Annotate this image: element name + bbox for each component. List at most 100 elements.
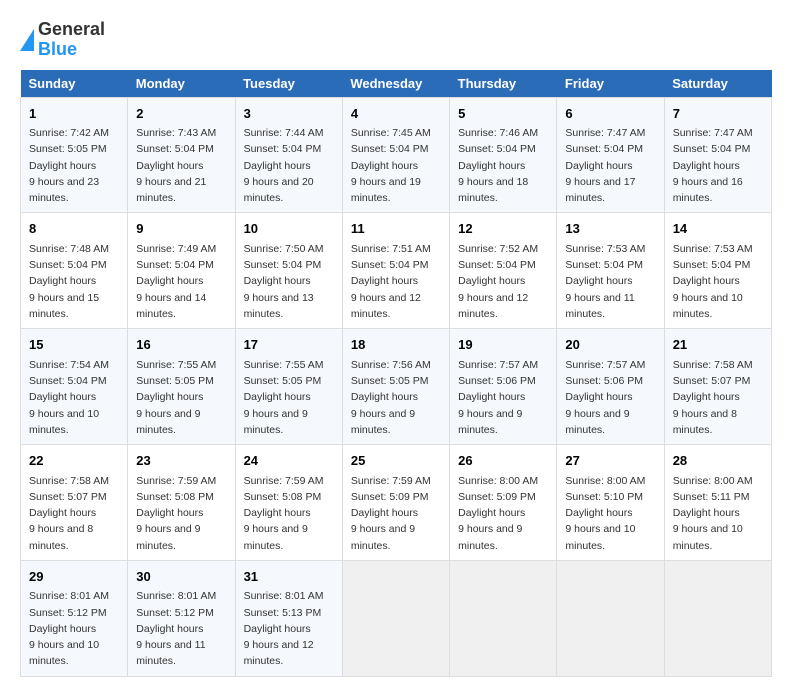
weekday-header-row: SundayMondayTuesdayWednesdayThursdayFrid… — [21, 70, 772, 98]
day-info: Sunrise: 7:59 AMSunset: 5:08 PMDaylight … — [244, 473, 334, 554]
day-info: Sunrise: 7:49 AMSunset: 5:04 PMDaylight … — [136, 241, 226, 322]
calendar-cell: 13Sunrise: 7:53 AMSunset: 5:04 PMDayligh… — [557, 213, 664, 329]
calendar-table: SundayMondayTuesdayWednesdayThursdayFrid… — [20, 70, 772, 677]
calendar-cell: 4Sunrise: 7:45 AMSunset: 5:04 PMDaylight… — [342, 97, 449, 213]
day-info: Sunrise: 7:42 AMSunset: 5:05 PMDaylight … — [29, 125, 119, 206]
day-number: 16 — [136, 335, 226, 355]
calendar-cell: 24Sunrise: 7:59 AMSunset: 5:08 PMDayligh… — [235, 445, 342, 561]
day-number: 7 — [673, 104, 763, 124]
calendar-cell: 2Sunrise: 7:43 AMSunset: 5:04 PMDaylight… — [128, 97, 235, 213]
calendar-cell — [450, 560, 557, 676]
day-number: 18 — [351, 335, 441, 355]
calendar-cell: 26Sunrise: 8:00 AMSunset: 5:09 PMDayligh… — [450, 445, 557, 561]
day-number: 10 — [244, 219, 334, 239]
calendar-cell: 31Sunrise: 8:01 AMSunset: 5:13 PMDayligh… — [235, 560, 342, 676]
calendar-cell: 17Sunrise: 7:55 AMSunset: 5:05 PMDayligh… — [235, 329, 342, 445]
weekday-header-tuesday: Tuesday — [235, 70, 342, 98]
day-info: Sunrise: 7:55 AMSunset: 5:05 PMDaylight … — [136, 357, 226, 438]
calendar-week-2: 8Sunrise: 7:48 AMSunset: 5:04 PMDaylight… — [21, 213, 772, 329]
calendar-cell: 1Sunrise: 7:42 AMSunset: 5:05 PMDaylight… — [21, 97, 128, 213]
day-number: 30 — [136, 567, 226, 587]
day-number: 12 — [458, 219, 548, 239]
calendar-cell: 19Sunrise: 7:57 AMSunset: 5:06 PMDayligh… — [450, 329, 557, 445]
day-number: 21 — [673, 335, 763, 355]
day-info: Sunrise: 8:00 AMSunset: 5:10 PMDaylight … — [565, 473, 655, 554]
day-number: 3 — [244, 104, 334, 124]
day-number: 29 — [29, 567, 119, 587]
calendar-cell: 7Sunrise: 7:47 AMSunset: 5:04 PMDaylight… — [664, 97, 771, 213]
day-number: 23 — [136, 451, 226, 471]
day-number: 2 — [136, 104, 226, 124]
day-number: 11 — [351, 219, 441, 239]
day-info: Sunrise: 7:43 AMSunset: 5:04 PMDaylight … — [136, 125, 226, 206]
calendar-cell: 29Sunrise: 8:01 AMSunset: 5:12 PMDayligh… — [21, 560, 128, 676]
day-number: 15 — [29, 335, 119, 355]
day-number: 26 — [458, 451, 548, 471]
weekday-header-friday: Friday — [557, 70, 664, 98]
day-number: 22 — [29, 451, 119, 471]
day-number: 17 — [244, 335, 334, 355]
calendar-cell: 9Sunrise: 7:49 AMSunset: 5:04 PMDaylight… — [128, 213, 235, 329]
day-number: 20 — [565, 335, 655, 355]
day-info: Sunrise: 7:46 AMSunset: 5:04 PMDaylight … — [458, 125, 548, 206]
day-info: Sunrise: 7:44 AMSunset: 5:04 PMDaylight … — [244, 125, 334, 206]
day-number: 19 — [458, 335, 548, 355]
day-number: 24 — [244, 451, 334, 471]
calendar-cell: 28Sunrise: 8:00 AMSunset: 5:11 PMDayligh… — [664, 445, 771, 561]
day-info: Sunrise: 7:57 AMSunset: 5:06 PMDaylight … — [565, 357, 655, 438]
day-info: Sunrise: 8:01 AMSunset: 5:12 PMDaylight … — [29, 588, 119, 669]
calendar-cell: 5Sunrise: 7:46 AMSunset: 5:04 PMDaylight… — [450, 97, 557, 213]
calendar-cell: 11Sunrise: 7:51 AMSunset: 5:04 PMDayligh… — [342, 213, 449, 329]
calendar-week-5: 29Sunrise: 8:01 AMSunset: 5:12 PMDayligh… — [21, 560, 772, 676]
day-info: Sunrise: 8:00 AMSunset: 5:11 PMDaylight … — [673, 473, 763, 554]
calendar-cell: 8Sunrise: 7:48 AMSunset: 5:04 PMDaylight… — [21, 213, 128, 329]
day-number: 6 — [565, 104, 655, 124]
day-number: 1 — [29, 104, 119, 124]
calendar-cell: 25Sunrise: 7:59 AMSunset: 5:09 PMDayligh… — [342, 445, 449, 561]
day-info: Sunrise: 7:48 AMSunset: 5:04 PMDaylight … — [29, 241, 119, 322]
calendar-cell: 18Sunrise: 7:56 AMSunset: 5:05 PMDayligh… — [342, 329, 449, 445]
day-info: Sunrise: 8:00 AMSunset: 5:09 PMDaylight … — [458, 473, 548, 554]
calendar-cell: 10Sunrise: 7:50 AMSunset: 5:04 PMDayligh… — [235, 213, 342, 329]
logo-name-general: General — [38, 20, 105, 40]
calendar-cell — [664, 560, 771, 676]
calendar-cell — [342, 560, 449, 676]
day-number: 25 — [351, 451, 441, 471]
calendar-cell — [557, 560, 664, 676]
calendar-cell: 27Sunrise: 8:00 AMSunset: 5:10 PMDayligh… — [557, 445, 664, 561]
weekday-header-monday: Monday — [128, 70, 235, 98]
calendar-cell: 14Sunrise: 7:53 AMSunset: 5:04 PMDayligh… — [664, 213, 771, 329]
weekday-header-saturday: Saturday — [664, 70, 771, 98]
day-info: Sunrise: 7:54 AMSunset: 5:04 PMDaylight … — [29, 357, 119, 438]
calendar-cell: 16Sunrise: 7:55 AMSunset: 5:05 PMDayligh… — [128, 329, 235, 445]
logo-name-blue: Blue — [38, 40, 105, 60]
day-number: 31 — [244, 567, 334, 587]
day-info: Sunrise: 7:56 AMSunset: 5:05 PMDaylight … — [351, 357, 441, 438]
day-info: Sunrise: 7:52 AMSunset: 5:04 PMDaylight … — [458, 241, 548, 322]
calendar-week-3: 15Sunrise: 7:54 AMSunset: 5:04 PMDayligh… — [21, 329, 772, 445]
weekday-header-wednesday: Wednesday — [342, 70, 449, 98]
day-info: Sunrise: 7:59 AMSunset: 5:08 PMDaylight … — [136, 473, 226, 554]
calendar-cell: 20Sunrise: 7:57 AMSunset: 5:06 PMDayligh… — [557, 329, 664, 445]
calendar-cell: 22Sunrise: 7:58 AMSunset: 5:07 PMDayligh… — [21, 445, 128, 561]
calendar-cell: 21Sunrise: 7:58 AMSunset: 5:07 PMDayligh… — [664, 329, 771, 445]
day-info: Sunrise: 8:01 AMSunset: 5:12 PMDaylight … — [136, 588, 226, 669]
weekday-header-thursday: Thursday — [450, 70, 557, 98]
weekday-header-sunday: Sunday — [21, 70, 128, 98]
day-info: Sunrise: 7:57 AMSunset: 5:06 PMDaylight … — [458, 357, 548, 438]
logo-icon — [20, 29, 34, 51]
calendar-week-4: 22Sunrise: 7:58 AMSunset: 5:07 PMDayligh… — [21, 445, 772, 561]
calendar-week-1: 1Sunrise: 7:42 AMSunset: 5:05 PMDaylight… — [21, 97, 772, 213]
logo: General Blue — [20, 20, 105, 60]
day-info: Sunrise: 7:55 AMSunset: 5:05 PMDaylight … — [244, 357, 334, 438]
day-info: Sunrise: 7:58 AMSunset: 5:07 PMDaylight … — [29, 473, 119, 554]
day-info: Sunrise: 7:59 AMSunset: 5:09 PMDaylight … — [351, 473, 441, 554]
day-number: 14 — [673, 219, 763, 239]
calendar-cell: 30Sunrise: 8:01 AMSunset: 5:12 PMDayligh… — [128, 560, 235, 676]
day-info: Sunrise: 7:47 AMSunset: 5:04 PMDaylight … — [673, 125, 763, 206]
calendar-cell: 12Sunrise: 7:52 AMSunset: 5:04 PMDayligh… — [450, 213, 557, 329]
calendar-cell: 3Sunrise: 7:44 AMSunset: 5:04 PMDaylight… — [235, 97, 342, 213]
day-info: Sunrise: 7:45 AMSunset: 5:04 PMDaylight … — [351, 125, 441, 206]
day-number: 5 — [458, 104, 548, 124]
day-info: Sunrise: 7:51 AMSunset: 5:04 PMDaylight … — [351, 241, 441, 322]
